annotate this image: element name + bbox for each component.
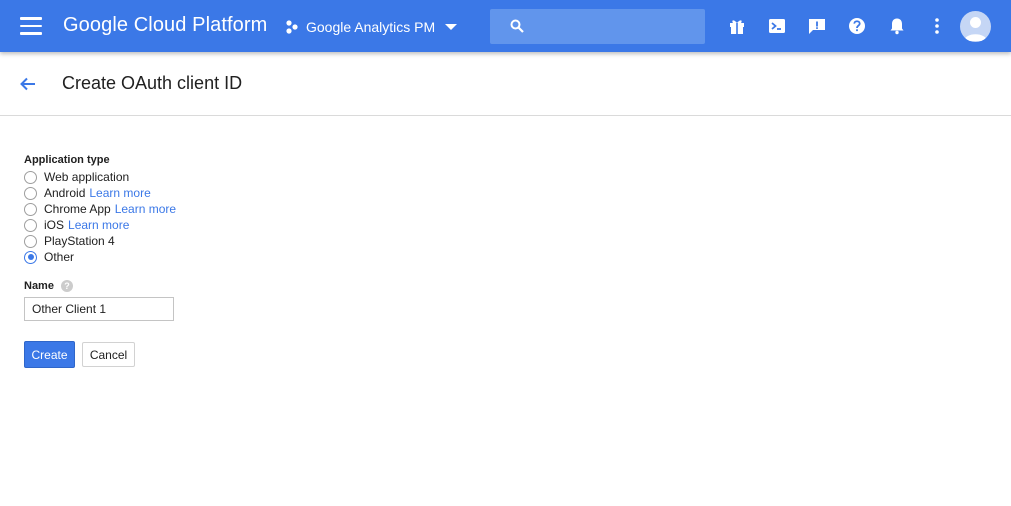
- search-input[interactable]: [490, 9, 705, 44]
- chevron-down-icon: [445, 24, 458, 30]
- radio-option-web-application[interactable]: Web application: [24, 169, 176, 185]
- radio-button[interactable]: [24, 202, 37, 216]
- search-icon: [510, 19, 524, 33]
- radio-option-chrome-app[interactable]: Chrome App Learn more: [24, 201, 176, 217]
- name-field[interactable]: [24, 297, 174, 321]
- top-app-bar: Google Cloud Platform Google Analytics P…: [0, 0, 1011, 52]
- radio-label: iOS: [44, 218, 65, 232]
- radio-option-playstation-4[interactable]: PlayStation 4: [24, 233, 176, 249]
- page-title: Create OAuth client ID: [62, 73, 243, 93]
- application-type-label: Application type: [24, 154, 110, 166]
- page-header: Create OAuth client ID: [0, 52, 1011, 116]
- project-selector[interactable]: Google Analytics PM: [284, 14, 458, 40]
- radio-label: PlayStation 4: [44, 234, 115, 248]
- radio-button-selected[interactable]: [24, 250, 37, 264]
- menu-icon[interactable]: [20, 17, 42, 35]
- more-vert-icon[interactable]: [927, 16, 947, 36]
- help-icon[interactable]: ?: [60, 280, 73, 292]
- cloud-shell-icon[interactable]: [767, 16, 787, 36]
- radio-button[interactable]: [24, 218, 37, 232]
- radio-label: Chrome App: [44, 202, 111, 216]
- radio-option-ios[interactable]: iOS Learn more: [24, 217, 176, 233]
- cancel-button[interactable]: Cancel: [82, 342, 135, 367]
- learn-more-link[interactable]: Learn more: [68, 218, 129, 232]
- gift-icon[interactable]: [727, 16, 747, 36]
- radio-button[interactable]: [24, 234, 37, 248]
- radio-option-android[interactable]: Android Learn more: [24, 185, 176, 201]
- learn-more-link[interactable]: Learn more: [89, 186, 150, 200]
- radio-label: Other: [44, 250, 75, 264]
- brand-title[interactable]: Google Cloud Platform: [63, 14, 267, 37]
- notifications-icon[interactable]: [887, 16, 907, 36]
- radio-button[interactable]: [24, 170, 37, 184]
- help-icon[interactable]: [847, 16, 867, 36]
- radio-label: Android: [44, 186, 86, 200]
- create-button[interactable]: Create: [24, 341, 75, 368]
- account-avatar[interactable]: [960, 11, 991, 42]
- oauth-client-form: Application type Web application Android…: [24, 154, 176, 368]
- radio-option-other[interactable]: Other: [24, 249, 176, 265]
- project-name: Google Analytics PM: [306, 19, 436, 35]
- radio-label: Web application: [44, 170, 130, 184]
- radio-button[interactable]: [24, 186, 37, 200]
- learn-more-link[interactable]: Learn more: [115, 202, 176, 216]
- name-label: Name: [24, 280, 54, 292]
- back-arrow-icon[interactable]: [18, 74, 38, 94]
- feedback-icon[interactable]: [807, 16, 827, 36]
- person-icon: [964, 17, 987, 41]
- project-icon: [286, 20, 298, 34]
